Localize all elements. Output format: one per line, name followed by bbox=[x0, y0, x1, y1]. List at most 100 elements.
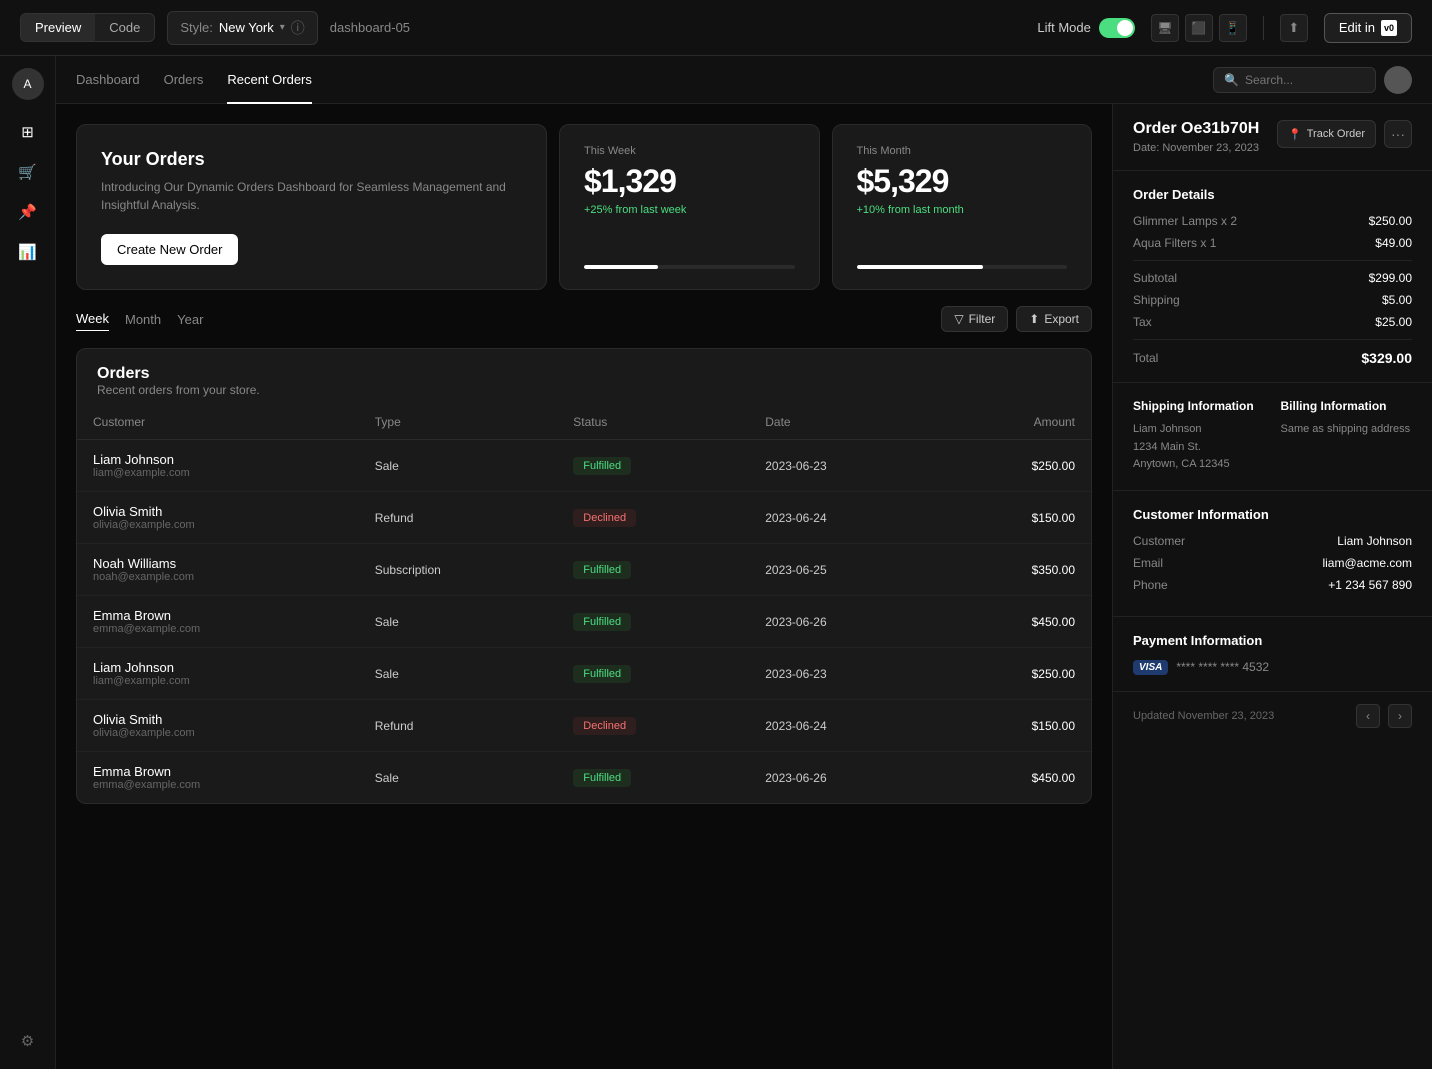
updated-bar: Updated November 23, 2023 ‹ › bbox=[1113, 692, 1432, 740]
table-row[interactable]: Liam Johnson liam@example.com Sale Fulfi… bbox=[77, 440, 1091, 492]
edit-label: Edit in bbox=[1339, 20, 1375, 35]
sidebar-item-dashboard[interactable]: ⊞ bbox=[12, 116, 44, 148]
shipping-cost-value: $5.00 bbox=[1382, 293, 1412, 307]
orders-subtitle: Recent orders from your store. bbox=[97, 383, 1071, 397]
table-row[interactable]: Olivia Smith olivia@example.com Refund D… bbox=[77, 492, 1091, 544]
code-tab[interactable]: Code bbox=[95, 14, 154, 41]
this-week-card: This Week $1,329 +25% from last week bbox=[559, 124, 820, 290]
next-order-button[interactable]: › bbox=[1388, 704, 1412, 728]
total-row: Total $329.00 bbox=[1133, 350, 1412, 366]
style-selector[interactable]: Style: New York ▾ ⓘ bbox=[167, 11, 317, 45]
table-row[interactable]: Emma Brown emma@example.com Sale Fulfill… bbox=[77, 596, 1091, 648]
customer-info-section: Customer Information Customer Liam Johns… bbox=[1113, 491, 1432, 617]
customer-phone-value: +1 234 567 890 bbox=[1328, 578, 1412, 592]
amount-cell: $150.00 bbox=[938, 700, 1091, 752]
status-badge: Declined bbox=[573, 717, 636, 735]
shipping-address: Liam Johnson1234 Main St.Anytown, CA 123… bbox=[1133, 421, 1265, 474]
card-number: **** **** **** 4532 bbox=[1176, 660, 1269, 674]
sidebar-item-pin[interactable]: 📌 bbox=[12, 196, 44, 228]
panels: Your Orders Introducing Our Dynamic Orde… bbox=[56, 104, 1432, 1069]
table-row[interactable]: Emma Brown emma@example.com Sale Fulfill… bbox=[77, 752, 1091, 804]
create-order-button[interactable]: Create New Order bbox=[101, 234, 238, 265]
sidebar-item-chart[interactable]: 📊 bbox=[12, 236, 44, 268]
subnav-orders[interactable]: Orders bbox=[164, 68, 204, 91]
amount-cell: $150.00 bbox=[938, 492, 1091, 544]
orders-table-head: Customer Type Status Date Amount bbox=[77, 405, 1091, 440]
shipping-info: Shipping Information Liam Johnson1234 Ma… bbox=[1133, 399, 1265, 474]
type-cell: Sale bbox=[359, 596, 558, 648]
toolbar-separator bbox=[1263, 16, 1264, 40]
tax-value: $25.00 bbox=[1375, 315, 1412, 329]
subnav-recent-orders[interactable]: Recent Orders bbox=[227, 68, 312, 91]
search-input-wrap[interactable]: 🔍 bbox=[1213, 67, 1376, 93]
preview-code-toggle[interactable]: Preview Code bbox=[20, 13, 155, 42]
col-status: Status bbox=[557, 405, 749, 440]
lift-mode-toggle[interactable] bbox=[1099, 18, 1135, 38]
period-tab-year[interactable]: Year bbox=[177, 308, 203, 331]
item-filters-label: Aqua Filters x 1 bbox=[1133, 236, 1216, 250]
item-lamps-label: Glimmer Lamps x 2 bbox=[1133, 214, 1237, 228]
customer-phone-row: Phone +1 234 567 890 bbox=[1133, 578, 1412, 592]
user-avatar[interactable] bbox=[1384, 66, 1412, 94]
order-header-actions: 📍 Track Order ··· bbox=[1277, 120, 1412, 148]
more-options-button[interactable]: ··· bbox=[1384, 120, 1412, 148]
shipping-info-title: Shipping Information bbox=[1133, 399, 1265, 413]
date-cell: 2023-06-26 bbox=[749, 596, 938, 648]
customer-email-value: liam@acme.com bbox=[1322, 556, 1412, 570]
preview-tab[interactable]: Preview bbox=[21, 14, 95, 41]
content-area: Dashboard Orders Recent Orders 🔍 Your Or… bbox=[56, 56, 1432, 1069]
subtotal-label: Subtotal bbox=[1133, 271, 1177, 285]
customer-email-cell: olivia@example.com bbox=[93, 727, 343, 739]
share-button[interactable]: ⬆ bbox=[1280, 14, 1308, 42]
export-button[interactable]: ⬆ Export bbox=[1016, 306, 1092, 332]
col-amount: Amount bbox=[938, 405, 1091, 440]
status-cell: Fulfilled bbox=[557, 544, 749, 596]
shipping-cost-label: Shipping bbox=[1133, 293, 1180, 307]
order-details-divider bbox=[1133, 260, 1412, 261]
table-row[interactable]: Olivia Smith olivia@example.com Refund D… bbox=[77, 700, 1091, 752]
style-prefix-label: Style: bbox=[180, 20, 213, 35]
amount-cell: $250.00 bbox=[938, 648, 1091, 700]
mobile-view-icon[interactable]: 📱 bbox=[1219, 14, 1247, 42]
customer-name-cell: Noah Williams bbox=[93, 556, 343, 571]
avatar: A bbox=[12, 68, 44, 100]
payment-row: VISA **** **** **** 4532 bbox=[1133, 660, 1412, 675]
status-cell: Fulfilled bbox=[557, 596, 749, 648]
filter-button[interactable]: ▽ Filter bbox=[941, 306, 1008, 332]
customer-name-cell: Olivia Smith bbox=[93, 712, 343, 727]
search-input[interactable] bbox=[1245, 73, 1365, 87]
order-details-section: Order Details Glimmer Lamps x 2 $250.00 … bbox=[1113, 171, 1432, 383]
orders-table-header-row: Customer Type Status Date Amount bbox=[77, 405, 1091, 440]
prev-order-button[interactable]: ‹ bbox=[1356, 704, 1380, 728]
subnav-dashboard[interactable]: Dashboard bbox=[76, 68, 140, 91]
sidebar-item-settings[interactable]: ⚙ bbox=[12, 1025, 44, 1057]
edit-in-v0-button[interactable]: Edit in v0 bbox=[1324, 13, 1412, 43]
total-value: $329.00 bbox=[1361, 350, 1412, 366]
type-cell: Sale bbox=[359, 440, 558, 492]
status-cell: Fulfilled bbox=[557, 648, 749, 700]
search-icon: 🔍 bbox=[1224, 73, 1239, 87]
table-row[interactable]: Noah Williams noah@example.com Subscript… bbox=[77, 544, 1091, 596]
period-tab-week[interactable]: Week bbox=[76, 307, 109, 331]
this-week-label: This Week bbox=[584, 145, 795, 157]
tax-label: Tax bbox=[1133, 315, 1152, 329]
period-tabs: Week Month Year ▽ Filter ⬆ Export bbox=[76, 306, 1092, 332]
shipping-row: Shipping $5.00 bbox=[1133, 293, 1412, 307]
visa-icon: VISA bbox=[1133, 660, 1168, 675]
total-divider bbox=[1133, 339, 1412, 340]
sidebar-item-shop[interactable]: 🛒 bbox=[12, 156, 44, 188]
style-value-label: New York bbox=[219, 20, 274, 35]
period-tab-month[interactable]: Month bbox=[125, 308, 161, 331]
table-row[interactable]: Liam Johnson liam@example.com Sale Fulfi… bbox=[77, 648, 1091, 700]
customer-name-value: Liam Johnson bbox=[1337, 534, 1412, 548]
order-id-section: Order Oe31b70H Date: November 23, 2023 bbox=[1133, 120, 1259, 154]
updated-text: Updated November 23, 2023 bbox=[1133, 710, 1274, 722]
type-cell: Subscription bbox=[359, 544, 558, 596]
this-month-change: +10% from last month bbox=[857, 204, 1068, 216]
customer-name-row: Customer Liam Johnson bbox=[1133, 534, 1412, 548]
track-order-button[interactable]: 📍 Track Order bbox=[1277, 120, 1376, 148]
chevron-down-icon: ▾ bbox=[280, 22, 285, 33]
desktop-view-icon[interactable]: 🖥 bbox=[1151, 14, 1179, 42]
tablet-view-icon[interactable]: ⬛ bbox=[1185, 14, 1213, 42]
this-week-progress bbox=[584, 265, 795, 269]
